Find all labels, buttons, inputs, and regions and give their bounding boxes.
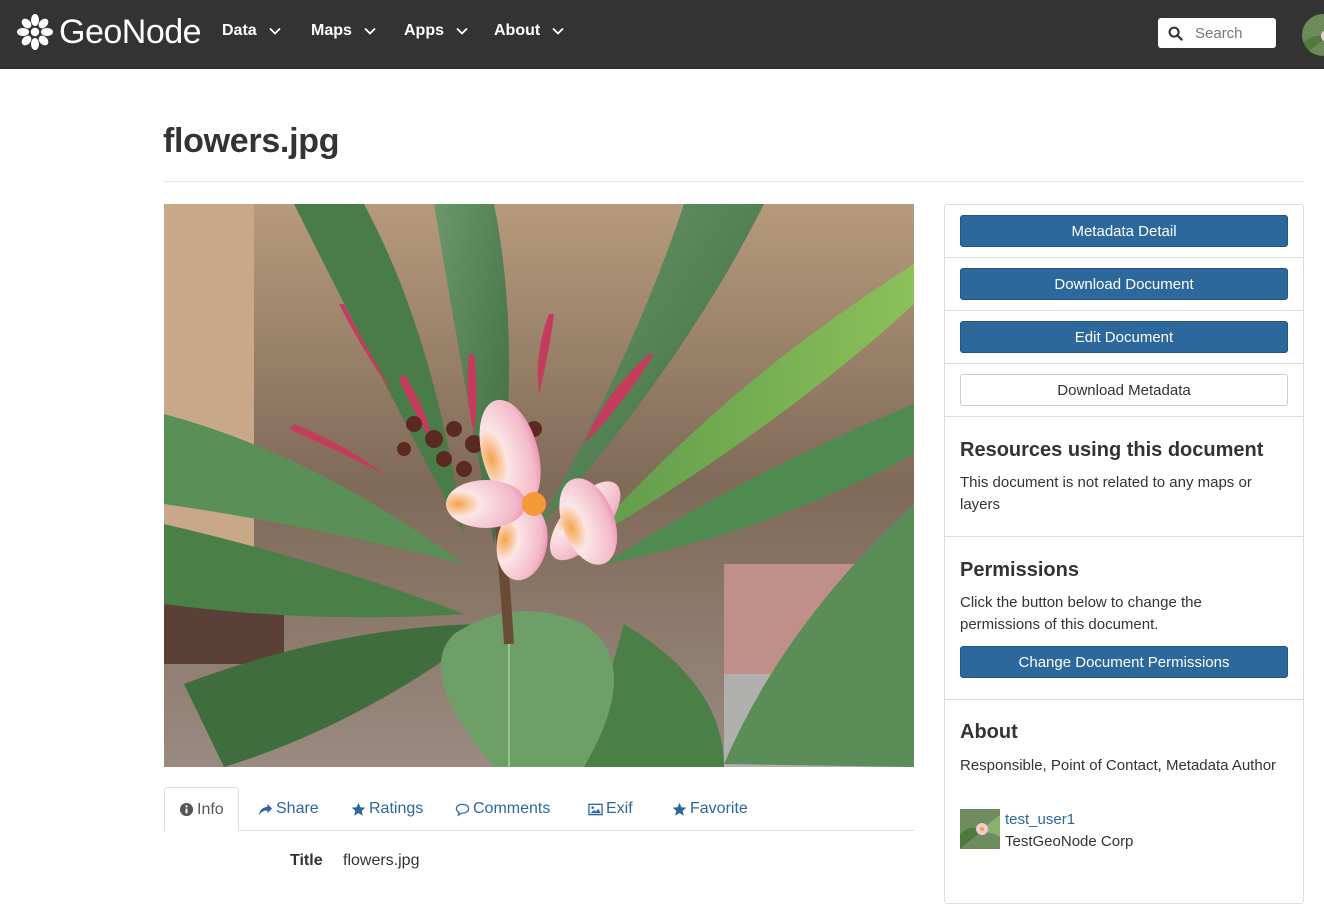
info-title-label: Title bbox=[290, 852, 323, 869]
edit-document-section: Edit Document bbox=[945, 311, 1303, 364]
nav-about-label: About bbox=[494, 22, 541, 39]
star-icon bbox=[672, 802, 687, 816]
edit-document-button[interactable]: Edit Document bbox=[960, 321, 1288, 353]
comment-icon bbox=[455, 803, 470, 816]
owner-organization: TestGeoNode Corp bbox=[1005, 833, 1134, 850]
owner-avatar[interactable] bbox=[960, 809, 1000, 849]
nav-apps[interactable]: Apps bbox=[404, 22, 468, 40]
metadata-detail-button[interactable]: Metadata Detail bbox=[960, 215, 1288, 247]
tab-share-label: Share bbox=[276, 800, 319, 817]
download-metadata-button[interactable]: Download Metadata bbox=[960, 374, 1288, 406]
nav-maps[interactable]: Maps bbox=[311, 22, 376, 40]
brand-name: GeoNode bbox=[59, 12, 202, 51]
metadata-detail-section: Metadata Detail bbox=[945, 205, 1303, 258]
permissions-section: Permissions Click the button below to ch… bbox=[945, 537, 1303, 700]
nav-about[interactable]: About bbox=[494, 22, 564, 40]
tab-comments-label: Comments bbox=[473, 800, 551, 817]
image-icon bbox=[588, 803, 603, 815]
info-icon bbox=[179, 802, 194, 817]
document-tabs: Info Share Ratings Comments Exif Favorit… bbox=[164, 787, 914, 832]
info-title-value: flowers.jpg bbox=[343, 852, 420, 869]
resources-heading: Resources using this document bbox=[960, 439, 1264, 461]
tab-favorite-label: Favorite bbox=[690, 800, 748, 817]
title-divider bbox=[163, 181, 1304, 182]
tab-share[interactable]: Share bbox=[258, 787, 319, 831]
tab-favorite[interactable]: Favorite bbox=[672, 787, 748, 831]
geonode-flower-icon bbox=[17, 14, 53, 50]
about-heading: About bbox=[960, 721, 1018, 743]
tab-comments[interactable]: Comments bbox=[455, 787, 550, 831]
nav-data[interactable]: Data bbox=[222, 22, 281, 40]
nav-maps-label: Maps bbox=[311, 22, 352, 39]
tab-exif[interactable]: Exif bbox=[588, 787, 633, 831]
nav-data-label: Data bbox=[222, 22, 257, 39]
about-roles: Responsible, Point of Contact, Metadata … bbox=[960, 757, 1277, 774]
chevron-down-icon bbox=[552, 27, 564, 35]
chevron-down-icon bbox=[456, 27, 468, 35]
document-sidebar: Metadata Detail Download Document Edit D… bbox=[944, 204, 1304, 904]
page-title: flowers.jpg bbox=[163, 122, 340, 160]
tab-ratings[interactable]: Ratings bbox=[351, 787, 423, 831]
download-document-button[interactable]: Download Document bbox=[960, 268, 1288, 300]
owner-name-link[interactable]: test_user1 bbox=[1005, 811, 1075, 828]
resources-text: This document is not related to any maps… bbox=[960, 474, 1252, 513]
chevron-down-icon bbox=[269, 27, 281, 35]
brand-logo[interactable]: GeoNode bbox=[15, 8, 202, 56]
user-avatar[interactable] bbox=[1302, 14, 1324, 56]
tab-ratings-label: Ratings bbox=[369, 800, 424, 817]
search-box bbox=[1158, 18, 1276, 48]
tab-info-label: Info bbox=[197, 800, 224, 818]
chevron-down-icon bbox=[364, 27, 376, 35]
download-document-section: Download Document bbox=[945, 258, 1303, 311]
permissions-heading: Permissions bbox=[960, 559, 1079, 581]
permissions-text: Click the button below to change the per… bbox=[960, 594, 1202, 633]
change-permissions-button[interactable]: Change Document Permissions bbox=[960, 646, 1288, 678]
resources-section: Resources using this document This docum… bbox=[945, 417, 1303, 537]
star-icon bbox=[351, 802, 366, 816]
tab-exif-label: Exif bbox=[606, 800, 633, 817]
tab-info[interactable]: Info bbox=[164, 787, 239, 832]
search-icon bbox=[1168, 26, 1183, 41]
navbar: GeoNode Data Maps Apps About bbox=[0, 0, 1324, 69]
document-preview-image bbox=[164, 204, 914, 767]
search-input[interactable] bbox=[1195, 24, 1275, 42]
download-metadata-section: Download Metadata bbox=[945, 364, 1303, 417]
share-icon bbox=[258, 803, 273, 815]
nav-apps-label: Apps bbox=[404, 22, 444, 39]
